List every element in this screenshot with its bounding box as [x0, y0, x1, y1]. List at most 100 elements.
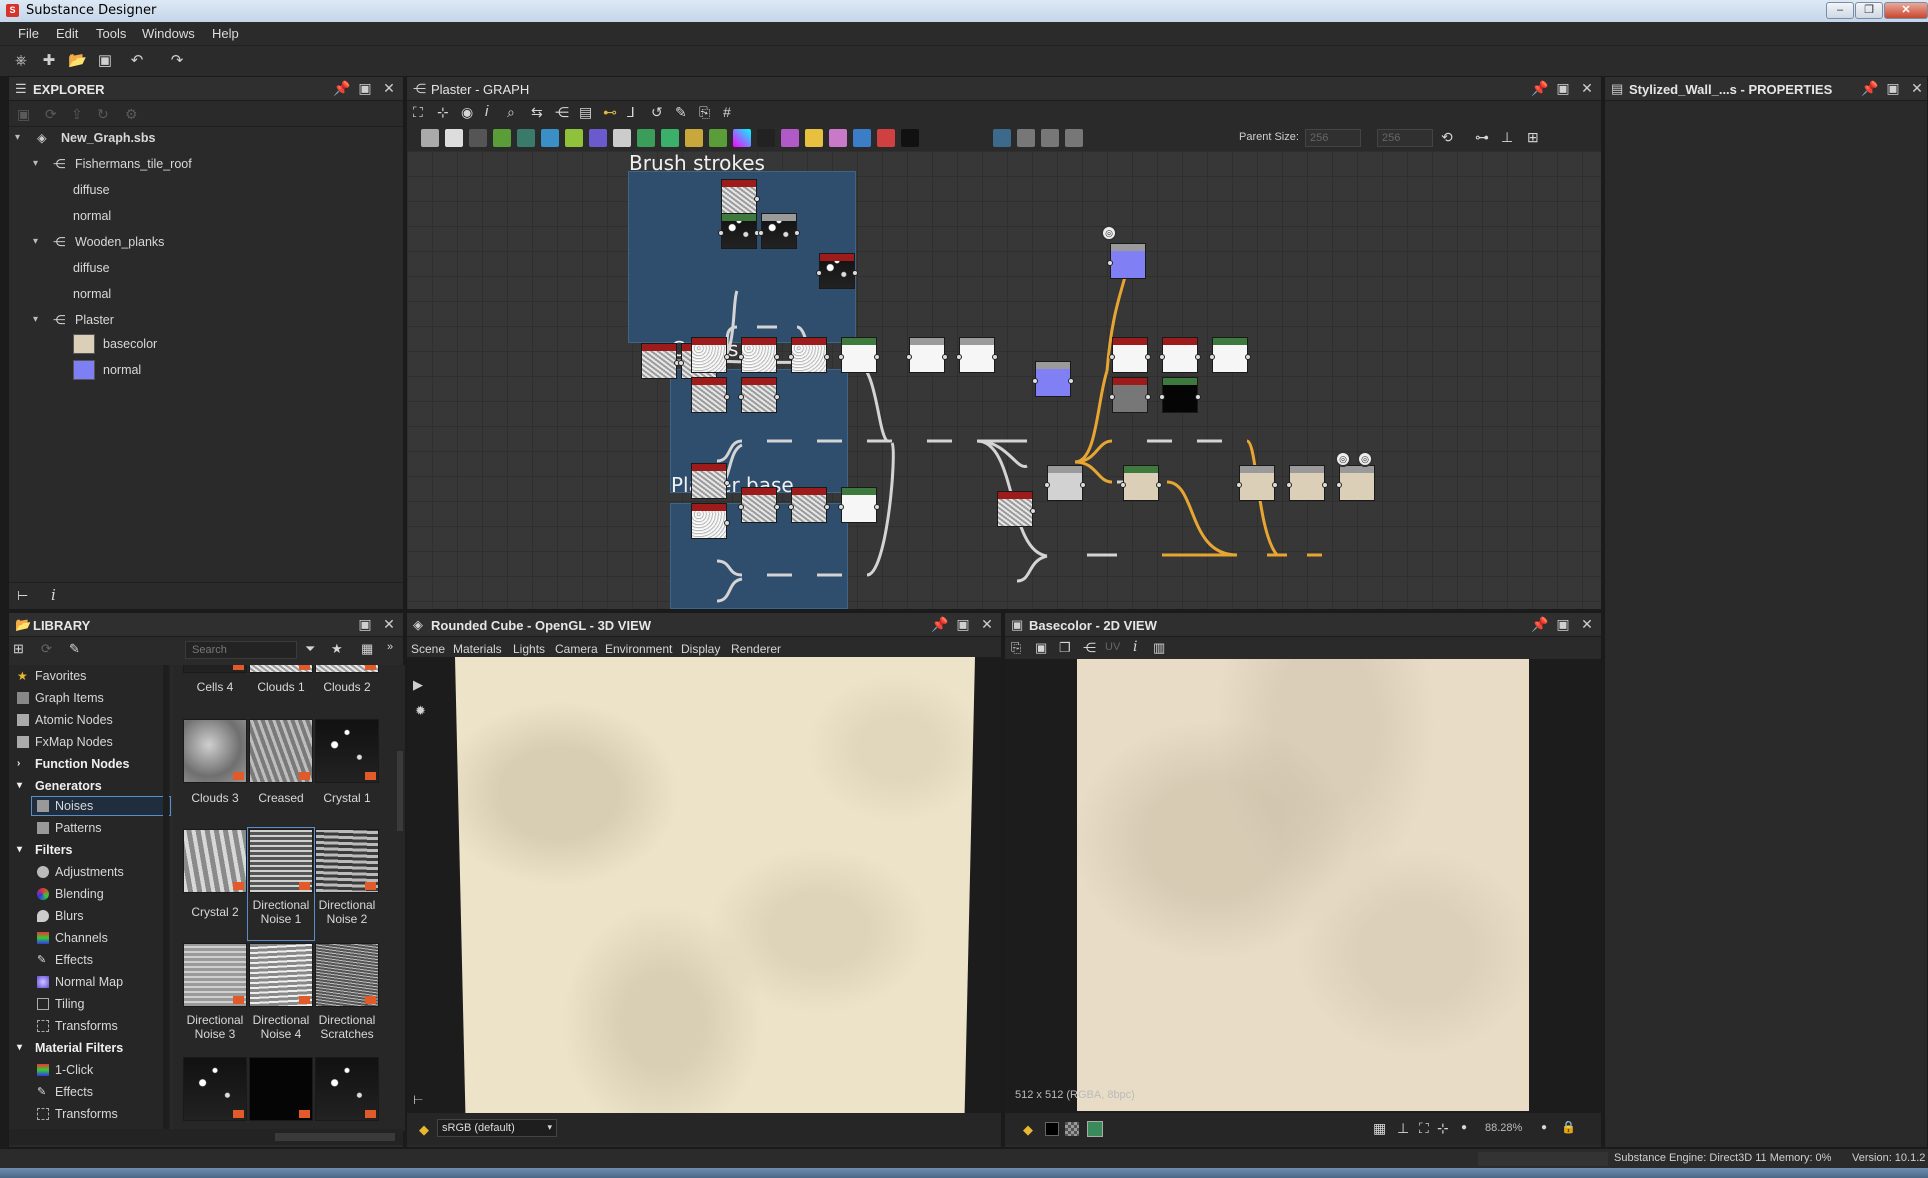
filter-icon[interactable]: ⏷ [305, 641, 315, 657]
undo-icon[interactable]: ↶ [128, 52, 146, 70]
graph-node[interactable] [838, 337, 880, 373]
graph-node[interactable] [838, 487, 880, 523]
view2d-viewport[interactable]: 512 x 512 (RGBA, 8bpc) [1005, 659, 1601, 1113]
uniform-color-icon[interactable] [445, 129, 463, 147]
pin-icon[interactable]: 📌 [333, 80, 350, 97]
category-material-filters[interactable]: ▾ Material Filters [17, 1039, 123, 1057]
category-blurs[interactable]: Blurs [37, 907, 83, 925]
library-thumb[interactable] [183, 829, 247, 893]
category-blending[interactable]: Blending [37, 885, 104, 903]
checker-bg-icon[interactable] [1065, 1122, 1079, 1136]
grid-icon[interactable]: # [723, 104, 731, 120]
view3d-menu-lights[interactable]: Lights [513, 642, 545, 656]
graph-node[interactable] [816, 253, 858, 289]
edit-icon[interactable]: ✎ [69, 641, 80, 657]
color-mode-icon[interactable] [1087, 1121, 1103, 1137]
transform-icon[interactable] [541, 129, 559, 147]
align-icon[interactable]: ⊥ [1501, 129, 1513, 146]
library-hscroll[interactable] [9, 1129, 403, 1145]
warp-icon[interactable] [589, 129, 607, 147]
layout-icon[interactable]: ▤ [579, 104, 592, 121]
float-icon[interactable]: ▣ [357, 80, 373, 97]
add-library-icon[interactable]: ⊞ [13, 641, 24, 657]
category-fxmap-nodes[interactable]: FxMap Nodes [17, 733, 113, 751]
distance-icon[interactable] [757, 129, 775, 147]
view3d-menu-scene[interactable]: Scene [411, 642, 445, 656]
colorspace-select[interactable]: sRGB (default) ▾ [437, 1119, 557, 1137]
category-atomic-nodes[interactable]: Atomic Nodes [17, 711, 113, 729]
hierarchy-icon[interactable]: ⊢ [413, 1093, 423, 1107]
menu-edit[interactable]: Edit [56, 26, 78, 41]
layers-icon[interactable]: ◆ [1023, 1122, 1033, 1138]
category-function-nodes[interactable]: › Function Nodes [17, 755, 129, 773]
menu-file[interactable]: File [18, 26, 39, 41]
graph-node[interactable] [1032, 361, 1074, 397]
navigation-icon[interactable] [1065, 129, 1083, 147]
fx-map-icon[interactable] [637, 129, 655, 147]
library-thumb[interactable] [249, 829, 313, 893]
library-thumb[interactable] [315, 943, 379, 1007]
graph-node[interactable] [788, 337, 830, 373]
menu-tools[interactable]: Tools [96, 26, 126, 41]
graph-node[interactable] [691, 463, 730, 499]
category-adjustments[interactable]: Adjustments [37, 863, 124, 881]
library-thumb[interactable] [249, 665, 313, 673]
zoom-in-icon[interactable]: ● [1541, 1122, 1547, 1133]
svg-icon[interactable] [685, 129, 703, 147]
graph-node[interactable] [1159, 337, 1201, 373]
blend-icon[interactable] [469, 129, 487, 147]
category-effects[interactable]: ✎ Effects [37, 951, 93, 969]
menu-windows[interactable]: Windows [142, 26, 195, 41]
bitmap-node-icon[interactable] [421, 129, 439, 147]
emboss-icon[interactable] [877, 129, 895, 147]
graph-node[interactable] [1286, 465, 1328, 501]
new-package-icon[interactable]: ⎈ [12, 52, 30, 70]
library-hscroll-thumb[interactable] [275, 1133, 395, 1141]
close-icon[interactable]: ✕ [1579, 80, 1595, 97]
graph-icon[interactable]: ⋲ [555, 104, 569, 121]
library-thumb[interactable] [183, 719, 247, 783]
reset-icon[interactable]: ⟲ [1441, 129, 1453, 146]
more-icon[interactable]: » [387, 641, 393, 653]
library-thumb[interactable] [183, 665, 247, 673]
category-tiling[interactable]: Tiling [37, 995, 84, 1013]
uv-toggle[interactable]: UV [1105, 641, 1120, 653]
category-favorites[interactable]: ★ Favorites [17, 667, 86, 685]
library-search-input[interactable]: Search [185, 641, 297, 659]
graph-node[interactable] [641, 343, 680, 379]
graph-node[interactable] [1209, 337, 1251, 373]
category-graph-items[interactable]: Graph Items [17, 689, 104, 707]
connection-icon[interactable]: ⊷ [603, 104, 617, 121]
menu-help[interactable]: Help [212, 26, 239, 41]
star-filter-icon[interactable]: ★ [331, 641, 343, 657]
fit-icon[interactable]: ⛶ [1419, 1120, 1429, 1137]
graph-node[interactable] [1120, 465, 1162, 501]
normal-icon[interactable] [781, 129, 799, 147]
link-icon[interactable]: ⇆ [531, 104, 543, 121]
info-icon[interactable]: i [485, 103, 488, 120]
close-icon[interactable]: ✕ [381, 80, 397, 97]
graph-node[interactable] [788, 487, 830, 523]
save-icon[interactable]: ▣ [1035, 640, 1047, 656]
open-folder-icon[interactable]: 📂 [68, 52, 87, 70]
graph-node[interactable] [1236, 465, 1278, 501]
library-thumb[interactable] [315, 1057, 379, 1121]
reload-icon[interactable]: ↻ [97, 106, 109, 123]
curve-icon[interactable] [493, 129, 511, 147]
camera-icon[interactable]: ◉ [461, 104, 473, 121]
tile-icon[interactable]: ⊥ [1397, 1120, 1409, 1137]
category-noises-selected[interactable] [31, 796, 171, 816]
tool-icon[interactable]: ✎ [675, 104, 687, 121]
graph-node[interactable] [1109, 377, 1151, 413]
info-icon[interactable]: i [1133, 639, 1137, 655]
zoom-out-icon[interactable]: ● [1461, 1122, 1467, 1133]
graph-node[interactable] [1044, 465, 1086, 501]
graph-node[interactable] [721, 179, 760, 215]
distribute-icon[interactable]: ⊞ [1527, 129, 1539, 146]
camera-icon[interactable]: ▶ [413, 677, 423, 693]
float-icon[interactable]: ▣ [1885, 80, 1901, 97]
graph-node[interactable] [691, 503, 730, 539]
view3d-menu-environment[interactable]: Environment [605, 642, 672, 656]
pin-node-icon[interactable] [1041, 129, 1059, 147]
pin-icon[interactable]: 📌 [931, 616, 948, 633]
